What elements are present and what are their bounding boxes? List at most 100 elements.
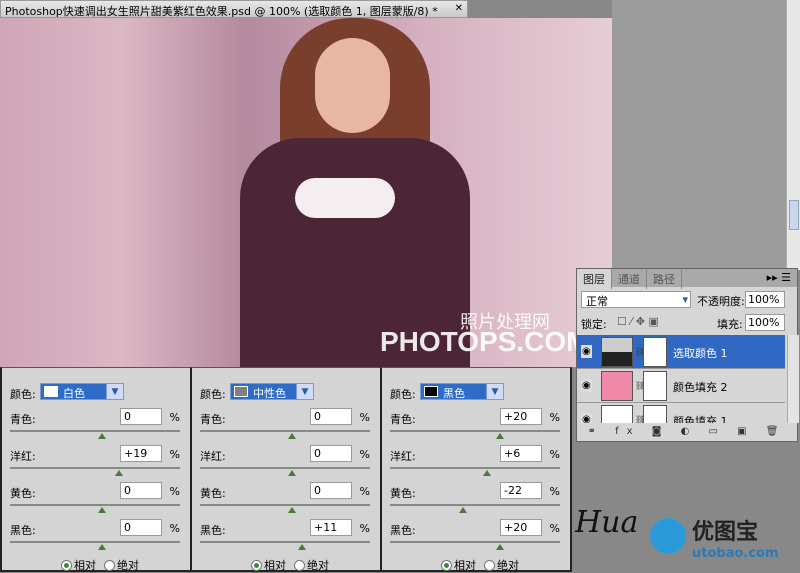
slider-track[interactable]: [200, 430, 370, 432]
layer-mask-thumbnail[interactable]: [643, 337, 667, 367]
slider-track[interactable]: [390, 467, 560, 469]
absolute-radio[interactable]: [484, 560, 495, 571]
layer-mask-thumbnail[interactable]: [643, 371, 667, 401]
color-select[interactable]: 黑色 ▼: [420, 383, 504, 400]
relative-radio[interactable]: [251, 560, 262, 571]
slider-label: 黑色:: [10, 524, 36, 537]
value-input[interactable]: 0: [310, 408, 352, 425]
eye-icon[interactable]: ◉: [581, 345, 592, 358]
absolute-label: 绝对: [117, 559, 139, 572]
color-select[interactable]: 中性色 ▼: [230, 383, 314, 400]
color-slider-row: 青色: 0 %: [200, 408, 374, 439]
slider-track[interactable]: [200, 467, 370, 469]
lock-icons[interactable]: ☐ ⁄ ✥ ▣: [617, 315, 659, 328]
slider-track[interactable]: [390, 541, 560, 543]
value-input[interactable]: +11: [310, 519, 352, 536]
relative-radio[interactable]: [61, 560, 72, 571]
value-input[interactable]: +20: [500, 519, 542, 536]
chevron-down-icon: ▼: [486, 383, 504, 400]
slider-knob[interactable]: [495, 544, 504, 550]
slider-track[interactable]: [10, 430, 180, 432]
color-slider-row: 青色: 0 %: [10, 408, 184, 439]
layer-row[interactable]: ◉ ⛓ 颜色填充 1: [577, 403, 785, 423]
layer-row[interactable]: ◉ ⛓ 颜色填充 2: [577, 369, 785, 403]
percent-label: %: [549, 411, 560, 424]
value-input[interactable]: 0: [120, 408, 162, 425]
slider-knob[interactable]: [114, 470, 123, 476]
absolute-radio[interactable]: [104, 560, 115, 571]
value-input[interactable]: +20: [500, 408, 542, 425]
value-input[interactable]: 0: [120, 482, 162, 499]
layer-name: 颜色填充 2: [673, 381, 728, 394]
layer-mask-thumbnail[interactable]: [643, 405, 667, 423]
selective-color-panel: 颜色: 中性色 ▼ 青色: 0 % 洋红: 0 % 黄色: 0 % 黑色: +11…: [190, 367, 382, 572]
color-slider-row: 黄色: -22 %: [390, 482, 564, 513]
value-input[interactable]: -22: [500, 482, 542, 499]
selective-color-panel: 颜色: 白色 ▼ 青色: 0 % 洋红: +19 % 黄色: 0 % 黑色: 0 …: [0, 367, 192, 572]
slider-track[interactable]: [390, 504, 560, 506]
layers-footer: ⚭ fx ◙ ◐ ▭ ▣ 🗑: [587, 426, 787, 437]
tab-channels[interactable]: 通道: [612, 269, 647, 289]
eye-icon[interactable]: ◉: [581, 413, 592, 423]
percent-label: %: [549, 485, 560, 498]
color-select[interactable]: 白色 ▼: [40, 383, 124, 400]
layer-name: 选取颜色 1: [673, 347, 728, 360]
tab-layers[interactable]: 图层: [577, 269, 612, 289]
value-input[interactable]: 0: [310, 482, 352, 499]
slider-track[interactable]: [10, 541, 180, 543]
percent-label: %: [359, 448, 370, 461]
slider-label: 洋红:: [10, 450, 36, 463]
fill-input[interactable]: 100%: [745, 314, 785, 331]
selective-color-panel: 颜色: 黑色 ▼ 青色: +20 % 洋红: +6 % 黄色: -22 % 黑色:…: [380, 367, 572, 572]
color-slider-row: 洋红: +6 %: [390, 445, 564, 476]
relative-label: 相对: [264, 559, 286, 572]
slider-knob[interactable]: [98, 433, 106, 439]
tab-paths[interactable]: 路径: [647, 269, 682, 289]
blend-mode-select[interactable]: 正常 ▾: [581, 291, 691, 308]
slider-knob[interactable]: [288, 470, 296, 476]
percent-label: %: [169, 411, 180, 424]
panel-menu-icon[interactable]: ▸▸ ☰: [767, 271, 791, 284]
color-slider-row: 洋红: 0 %: [200, 445, 374, 476]
value-input[interactable]: +6: [500, 445, 542, 462]
slider-track[interactable]: [200, 504, 370, 506]
slider-label: 黑色:: [390, 524, 416, 537]
value-input[interactable]: 0: [310, 445, 352, 462]
opacity-input[interactable]: 100%: [745, 291, 785, 308]
percent-label: %: [359, 485, 370, 498]
image-canvas[interactable]: 照片处理网 PHOTOPS.COM: [0, 18, 612, 367]
value-input[interactable]: +19: [120, 445, 162, 462]
slider-track[interactable]: [200, 541, 370, 543]
vertical-scrollbar[interactable]: [786, 0, 800, 270]
slider-knob[interactable]: [288, 433, 296, 439]
slider-knob[interactable]: [458, 507, 467, 513]
relative-radio[interactable]: [441, 560, 452, 571]
slider-track[interactable]: [10, 467, 180, 469]
slider-knob[interactable]: [297, 544, 306, 550]
color-swatch: [44, 386, 58, 397]
eye-icon[interactable]: ◉: [581, 379, 592, 392]
photo-subject: [240, 18, 470, 367]
absolute-label: 绝对: [307, 559, 329, 572]
fill-label: 填充:: [717, 318, 743, 331]
slider-track[interactable]: [10, 504, 180, 506]
slider-knob[interactable]: [98, 544, 106, 550]
absolute-radio[interactable]: [294, 560, 305, 571]
slider-knob[interactable]: [495, 433, 504, 439]
document-tab[interactable]: Photoshop快速调出女生照片甜美紫红色效果.psd @ 100% (选取颜…: [0, 0, 468, 18]
relative-label: 相对: [454, 559, 476, 572]
value-input[interactable]: 0: [120, 519, 162, 536]
percent-label: %: [169, 485, 180, 498]
close-icon[interactable]: ✕: [455, 3, 463, 14]
layers-scrollbar[interactable]: [787, 335, 799, 423]
slider-knob[interactable]: [288, 507, 296, 513]
watermark-en: PHOTOPS.COM: [380, 326, 590, 357]
slider-knob[interactable]: [483, 470, 492, 476]
color-slider-row: 黑色: +20 %: [390, 519, 564, 550]
slider-label: 黄色:: [200, 487, 226, 500]
color-swatch: [424, 386, 438, 397]
slider-knob[interactable]: [98, 507, 106, 513]
color-slider-row: 黄色: 0 %: [10, 482, 184, 513]
slider-track[interactable]: [390, 430, 560, 432]
layer-row[interactable]: ◉ ⛓ 选取颜色 1: [577, 335, 785, 369]
